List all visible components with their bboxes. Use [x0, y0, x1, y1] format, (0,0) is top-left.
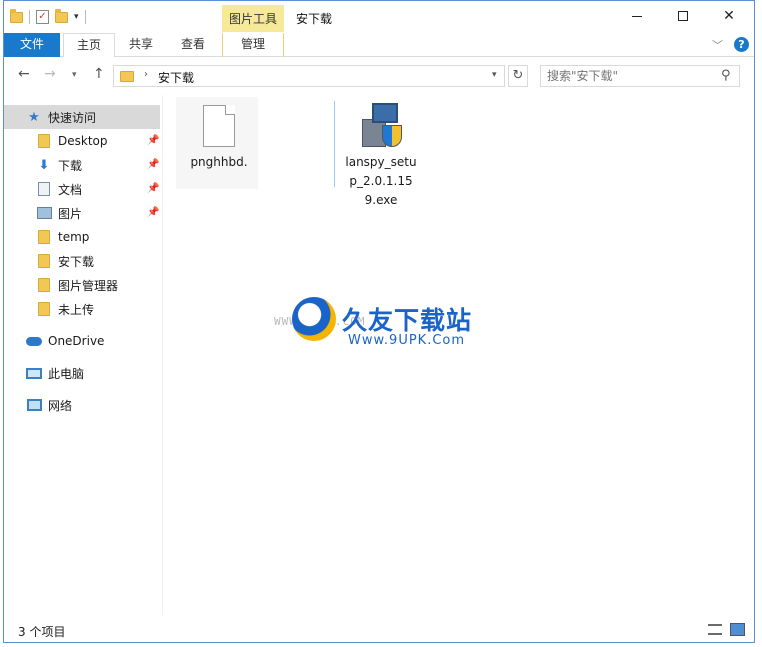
pin-icon[interactable]: 📌 [147, 183, 159, 194]
sidebar-item-label: Desktop [58, 134, 108, 148]
new-folder-icon[interactable] [55, 8, 68, 23]
watermark: WWW.9UPK.COM 久友下载站 Www.9UPK.Com [274, 281, 504, 361]
pin-icon[interactable]: 📌 [147, 207, 159, 218]
sidebar-item-label: 此电脑 [48, 366, 85, 381]
picture-icon [36, 207, 52, 219]
minimize-button[interactable] [614, 1, 660, 31]
tab-share[interactable]: 共享 [117, 33, 165, 57]
tab-manage[interactable]: 管理 [222, 33, 284, 57]
search-input[interactable] [547, 69, 707, 83]
item-count: 3 个项目 [18, 625, 66, 639]
folder-icon [38, 230, 50, 244]
document-icon [38, 182, 50, 196]
sidebar-item-anxiazai[interactable]: 安下载 [4, 249, 160, 273]
sidebar-item-onedrive[interactable]: OneDrive [4, 329, 160, 353]
forward-arrow-icon[interactable]: → [44, 66, 56, 82]
blank-file-icon [203, 105, 235, 147]
sidebar-item-pictures[interactable]: 图片 📌 [4, 201, 160, 225]
folder-icon [38, 302, 50, 316]
watermark-url: Www.9UPK.Com [348, 333, 466, 348]
installer-icon [358, 103, 404, 149]
network-icon [26, 399, 42, 411]
folder-icon [38, 134, 50, 148]
sidebar-item-temp[interactable]: temp [4, 225, 160, 249]
sidebar-item-label: 文档 [58, 182, 83, 197]
sidebar-item-network[interactable]: 网络 [4, 393, 160, 417]
properties-icon[interactable]: ✓ [36, 10, 49, 24]
toolbar-separator [84, 10, 86, 24]
breadcrumb-separator-icon[interactable]: › [144, 69, 148, 80]
tab-home[interactable]: 主页 [63, 33, 115, 58]
sidebar-item-documents[interactable]: 文档 📌 [4, 177, 160, 201]
details-view-icon[interactable] [708, 624, 722, 635]
breadcrumb-current-folder[interactable]: 安下载 [158, 69, 194, 86]
folder-icon [38, 278, 50, 292]
download-icon: ⬇ [38, 157, 50, 173]
sidebar-item-label: 快速访问 [48, 110, 97, 125]
file-item[interactable]: pnghhbd. [184, 103, 254, 172]
star-icon: ★ [28, 109, 40, 125]
file-item[interactable]: lanspy_setup_2.0.1.159.exe [344, 103, 418, 210]
navigation-pane: ★ 快速访问 Desktop 📌 ⬇ 下载 📌 文档 📌 图片 📌 temp 安… [4, 95, 162, 615]
sidebar-item-downloads[interactable]: ⬇ 下载 📌 [4, 153, 160, 177]
sidebar-item-label: temp [58, 230, 90, 244]
sidebar-item-label: 安下载 [58, 254, 95, 269]
expand-ribbon-chevron-down-icon[interactable]: ﹀ [712, 37, 723, 53]
folder-icon [38, 254, 50, 268]
maximize-icon [678, 11, 688, 21]
sidebar-item-label: 图片管理器 [58, 278, 119, 293]
customize-toolbar-dropdown-icon[interactable]: ▾ [74, 12, 79, 22]
sidebar-item-desktop[interactable]: Desktop 📌 [4, 129, 160, 153]
sidebar-item-label: 未上传 [58, 302, 95, 317]
large-icons-view-icon[interactable] [730, 623, 745, 636]
folder-icon[interactable] [10, 8, 23, 23]
quick-access-toolbar: ✓ ▾ [10, 7, 86, 27]
watermark-title: 久友下载站 [342, 306, 473, 335]
back-arrow-icon[interactable]: ← [18, 66, 30, 82]
recent-locations-chevron-down-icon[interactable]: ▾ [72, 70, 77, 80]
toolbar-separator [29, 10, 30, 24]
pin-icon[interactable]: 📌 [147, 135, 159, 146]
pane-divider[interactable] [162, 95, 163, 615]
address-history-chevron-down-icon[interactable]: ▾ [492, 70, 497, 80]
contextual-tab-group-label: 图片工具 [229, 12, 278, 26]
sidebar-item-quick-access[interactable]: ★ 快速访问 [4, 105, 160, 129]
status-bar: 3 个项目 [4, 617, 754, 642]
minimize-icon [632, 15, 642, 17]
tab-view[interactable]: 查看 [168, 33, 218, 57]
file-name: pnghhbd. [190, 155, 248, 169]
sidebar-item-label: OneDrive [48, 334, 105, 348]
file-name: lanspy_setup_2.0.1.159.exe [345, 155, 417, 207]
title-bar: ✓ ▾ 图片工具 安下载 ✕ [4, 1, 754, 33]
close-button[interactable]: ✕ [706, 1, 752, 31]
close-icon: ✕ [723, 8, 735, 24]
address-bar[interactable]: › 安下载 ▾ [113, 65, 505, 87]
up-arrow-icon[interactable]: ↑ [93, 66, 105, 82]
cloud-icon [26, 336, 42, 346]
tab-file[interactable]: 文件 [4, 33, 60, 57]
sidebar-item-picture-manager[interactable]: 图片管理器 [4, 273, 160, 297]
ribbon-tabs: 文件 主页 共享 查看 管理 ﹀ ? [4, 33, 754, 58]
search-icon[interactable]: ⚲ [721, 68, 731, 83]
selection-indicator [334, 101, 338, 187]
sidebar-item-label: 网络 [48, 398, 73, 413]
watermark-logo-icon [292, 297, 336, 341]
window-title: 安下载 [296, 12, 333, 26]
sidebar-item-label: 图片 [58, 206, 83, 221]
search-box[interactable]: ⚲ [540, 65, 740, 87]
folder-icon [120, 71, 134, 82]
help-icon[interactable]: ? [734, 37, 749, 52]
computer-icon [26, 367, 42, 379]
refresh-icon: ↻ [512, 68, 524, 83]
sidebar-item-label: 下载 [58, 158, 83, 173]
sidebar-item-not-uploaded[interactable]: 未上传 [4, 297, 160, 321]
pin-icon[interactable]: 📌 [147, 159, 159, 170]
navigation-bar: ← → ▾ ↑ › 安下载 ▾ ↻ ⚲ [4, 57, 754, 95]
file-explorer-window: ✓ ▾ 图片工具 安下载 ✕ 文件 主页 共享 查看 管理 ﹀ ? ← → ▾ … [3, 0, 755, 643]
maximize-button[interactable] [660, 1, 706, 31]
sidebar-item-this-pc[interactable]: 此电脑 [4, 361, 160, 385]
refresh-button[interactable]: ↻ [508, 65, 528, 87]
